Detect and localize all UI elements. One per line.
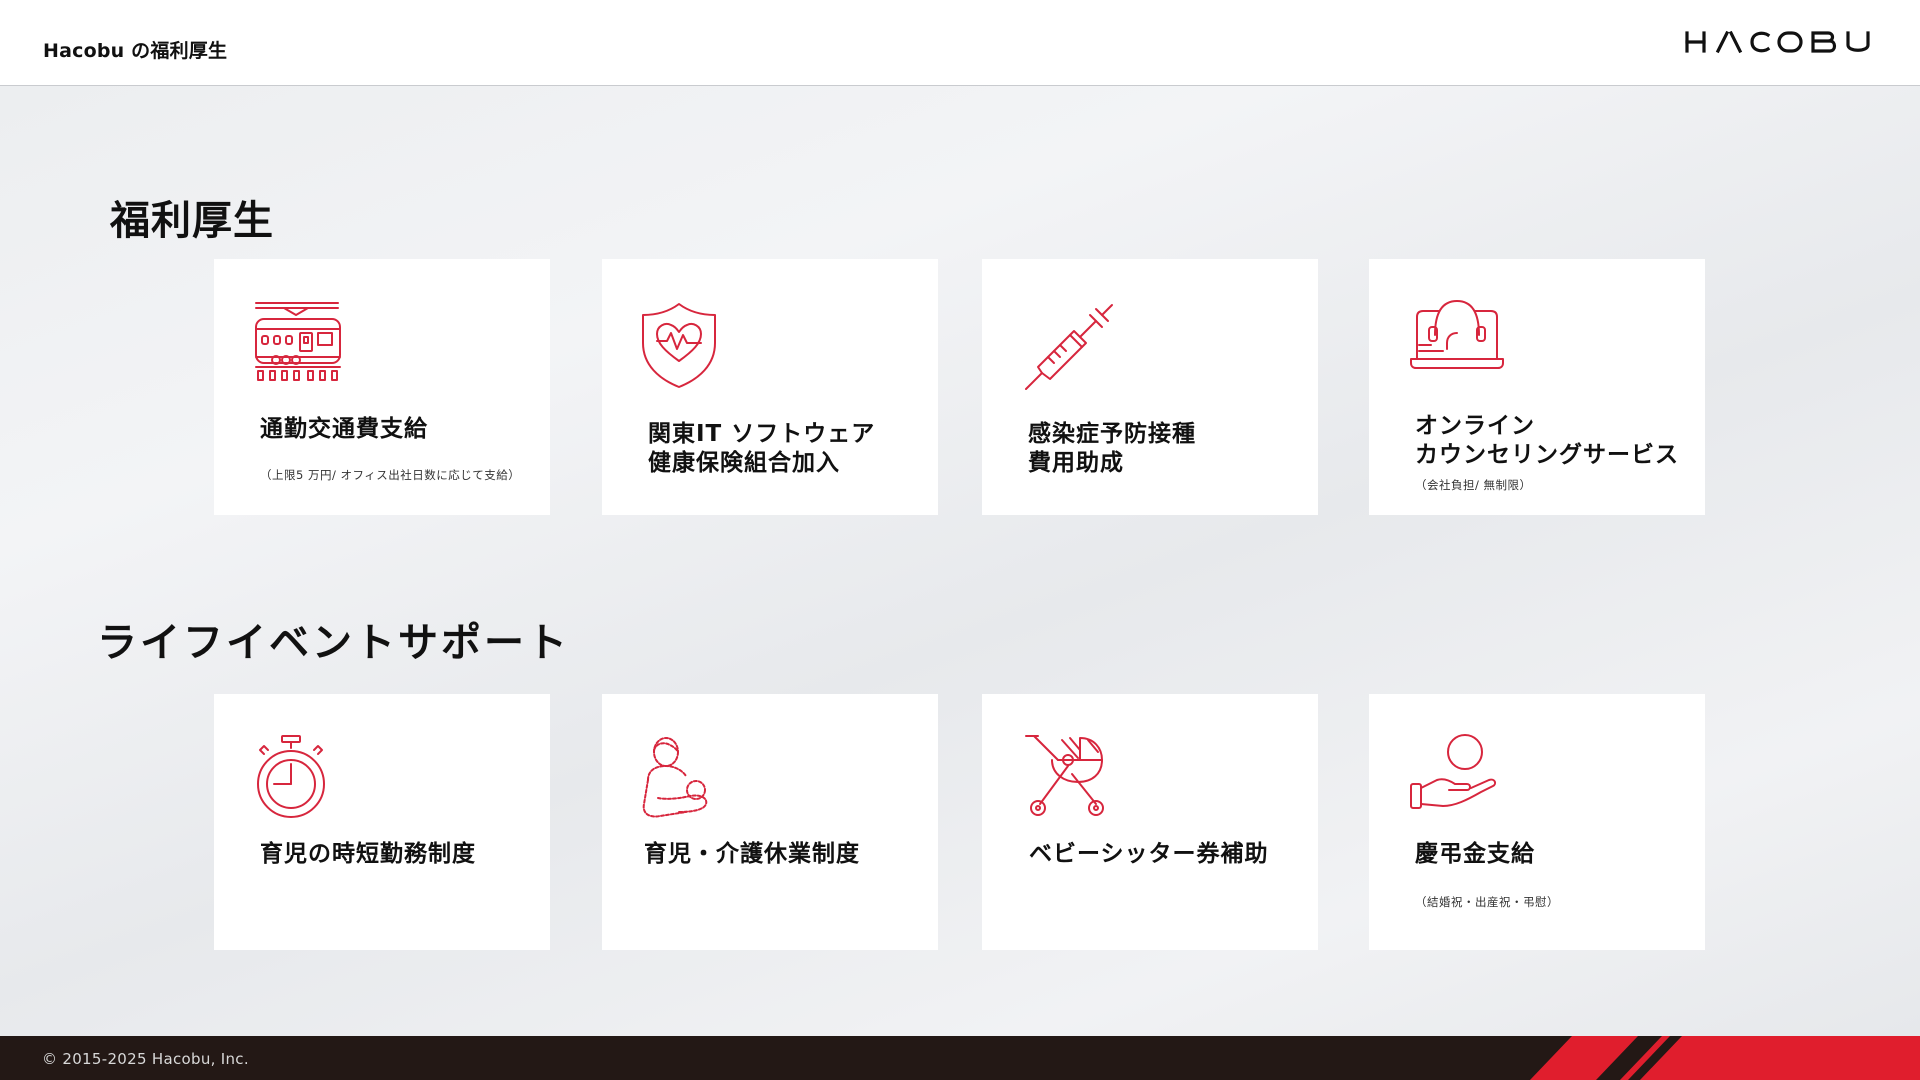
card-note: （結婚祝・出産祝・弔慰）	[1415, 895, 1559, 909]
life-card-babysitter: ベビーシッター券補助	[982, 694, 1318, 950]
card-title: 慶弔金支給	[1415, 841, 1535, 867]
train-icon	[255, 302, 341, 381]
card-title: 通勤交通費支給	[260, 416, 428, 442]
card-title: 感染症予防接種 費用助成	[1028, 421, 1196, 476]
life-card-childcare-leave: 育児・介護休業制度	[602, 694, 938, 950]
card-title: ベビーシッター券補助	[1029, 841, 1269, 867]
card-title: オンライン カウンセリングサービス	[1415, 413, 1679, 468]
benefit-card-vaccination: 感染症予防接種 費用助成	[982, 259, 1318, 515]
hacobu-logo	[1685, 30, 1870, 54]
syringe-icon	[1025, 304, 1113, 390]
card-note: （会社負担/ 無制限）	[1415, 478, 1532, 492]
footer-bar: © 2015-2025 Hacobu, Inc.	[0, 1036, 1920, 1080]
section-title-life-event-support: ライフイベントサポート	[97, 620, 570, 666]
footer-accent-stripe	[1530, 1036, 1920, 1080]
benefit-card-online-counseling: オンライン カウンセリングサービス （会社負担/ 無制限）	[1369, 259, 1705, 515]
card-title: 関東IT ソフトウェア 健康保険組合加入	[648, 421, 876, 476]
card-note: （上限5 万円/ オフィス出社日数に応じて支給）	[260, 468, 521, 482]
baby-stroller-icon	[1025, 735, 1104, 816]
hand-coin-icon	[1410, 734, 1497, 809]
page-title: Hacobu の福利厚生	[43, 40, 228, 62]
card-title: 育児・介護休業制度	[644, 841, 860, 867]
life-card-congratulatory-condolence: 慶弔金支給 （結婚祝・出産祝・弔慰）	[1369, 694, 1705, 950]
parent-child-icon	[642, 737, 708, 818]
life-card-shorter-hours: 育児の時短勤務制度	[214, 694, 550, 950]
health-shield-icon	[642, 303, 716, 388]
benefit-card-health-insurance: 関東IT ソフトウェア 健康保険組合加入	[602, 259, 938, 515]
copyright-text: © 2015-2025 Hacobu, Inc.	[42, 1050, 249, 1068]
online-counseling-icon	[1410, 300, 1504, 369]
stopwatch-icon	[257, 735, 325, 818]
header-bar: Hacobu の福利厚生	[0, 0, 1920, 86]
section-title-benefits: 福利厚生	[110, 198, 274, 244]
benefit-card-commute: 通勤交通費支給 （上限5 万円/ オフィス出社日数に応じて支給）	[214, 259, 550, 515]
card-title: 育児の時短勤務制度	[260, 841, 476, 867]
